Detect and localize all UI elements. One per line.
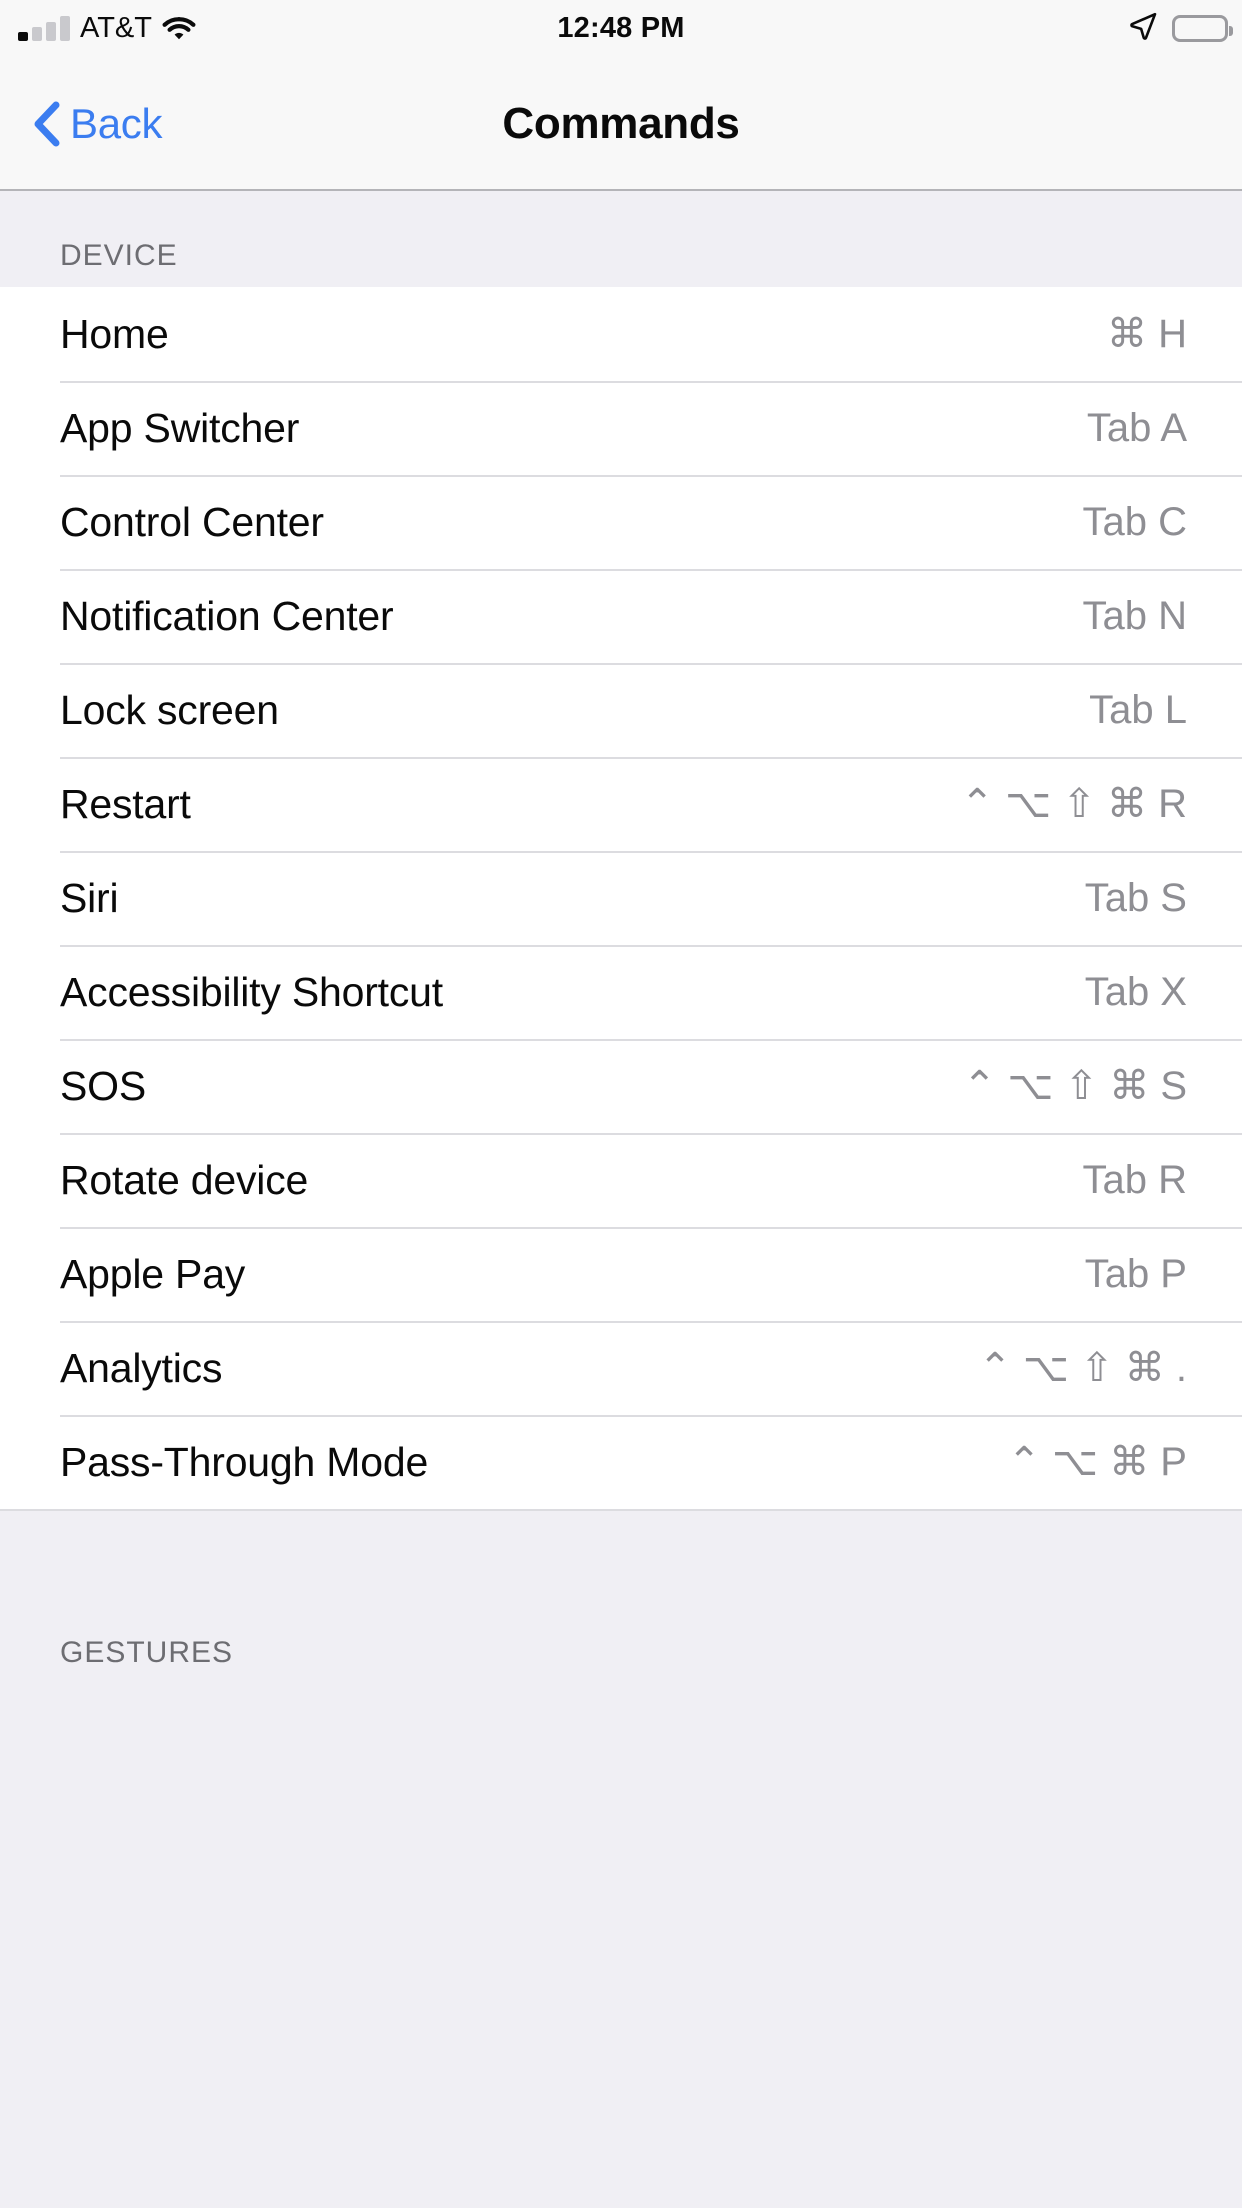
command-row-shortcut: Tab R xyxy=(1082,1157,1188,1202)
command-row-shortcut: Tab N xyxy=(1082,593,1188,638)
command-row[interactable]: SOS ⌃ ⌥ ⇧ ⌘ S xyxy=(0,1039,1242,1133)
command-row-label: Accessibility Shortcut xyxy=(60,968,443,1015)
command-row[interactable]: Apple Pay Tab P xyxy=(0,1227,1242,1321)
command-row-shortcut: ⌃ ⌥ ⇧ ⌘ . xyxy=(978,1346,1187,1390)
section-header-device: DEVICE xyxy=(0,191,1242,287)
status-bar-right xyxy=(1128,0,1233,56)
command-row-label: Lock screen xyxy=(60,686,279,733)
command-row-shortcut: ⌘ H xyxy=(1107,312,1187,356)
commands-list-device: Home ⌘ H App Switcher Tab A Control Center Ta… xyxy=(0,287,1242,1509)
command-row-shortcut: ⌃ ⌥ ⌘ P xyxy=(1007,1440,1187,1484)
status-bar: AT&T 12:48 PM xyxy=(0,0,1242,56)
command-row[interactable]: Restart ⌃ ⌥ ⇧ ⌘ R xyxy=(0,757,1242,851)
command-row-label: Siri xyxy=(60,874,119,921)
command-row-label: App Switcher xyxy=(60,404,300,451)
command-row[interactable]: Notification Center Tab N xyxy=(0,569,1242,663)
command-row-label: Notification Center xyxy=(60,592,394,639)
navigation-bar: Back Commands xyxy=(0,56,1242,191)
command-row-shortcut: Tab L xyxy=(1089,687,1187,732)
command-row-shortcut: Tab C xyxy=(1082,499,1188,544)
command-row[interactable]: Accessibility Shortcut Tab X xyxy=(0,945,1242,1039)
command-row-shortcut: Tab P xyxy=(1084,1251,1187,1296)
command-row-label: Pass-Through Mode xyxy=(60,1438,429,1485)
command-row[interactable]: Siri Tab S xyxy=(0,851,1242,945)
command-row-label: SOS xyxy=(60,1062,146,1109)
command-row-label: Control Center xyxy=(60,498,324,545)
command-row-shortcut: Tab X xyxy=(1084,969,1187,1014)
section-header-gestures: GESTURES xyxy=(0,1511,1242,1684)
command-row[interactable]: App Switcher Tab A xyxy=(0,381,1242,475)
command-row-shortcut: Tab A xyxy=(1086,405,1187,450)
command-row[interactable]: Rotate device Tab R xyxy=(0,1133,1242,1227)
command-row-label: Restart xyxy=(60,780,191,827)
page-title: Commands xyxy=(502,98,740,148)
command-row-label: Apple Pay xyxy=(60,1250,246,1297)
command-row-shortcut: Tab S xyxy=(1084,875,1187,920)
command-row-shortcut: ⌃ ⌥ ⇧ ⌘ R xyxy=(960,782,1187,826)
command-row[interactable]: Lock screen Tab L xyxy=(0,663,1242,757)
command-row-label: Analytics xyxy=(60,1344,223,1391)
command-row-shortcut: ⌃ ⌥ ⇧ ⌘ S xyxy=(962,1064,1187,1108)
status-bar-clock: 12:48 PM xyxy=(557,11,685,44)
iphone-screen: AT&T 12:48 PM Back Commands DEVICE Home … xyxy=(0,0,1242,2208)
command-row-label: Rotate device xyxy=(60,1156,309,1203)
battery-full-icon xyxy=(1172,14,1233,42)
location-arrow-icon xyxy=(1128,11,1158,46)
command-row[interactable]: Control Center Tab C xyxy=(0,475,1242,569)
command-row-label: Home xyxy=(60,310,169,357)
command-row[interactable]: Analytics ⌃ ⌥ ⇧ ⌘ . xyxy=(0,1321,1242,1415)
command-row[interactable]: Home ⌘ H xyxy=(0,287,1242,381)
command-row[interactable]: Pass-Through Mode ⌃ ⌥ ⌘ P xyxy=(0,1415,1242,1509)
